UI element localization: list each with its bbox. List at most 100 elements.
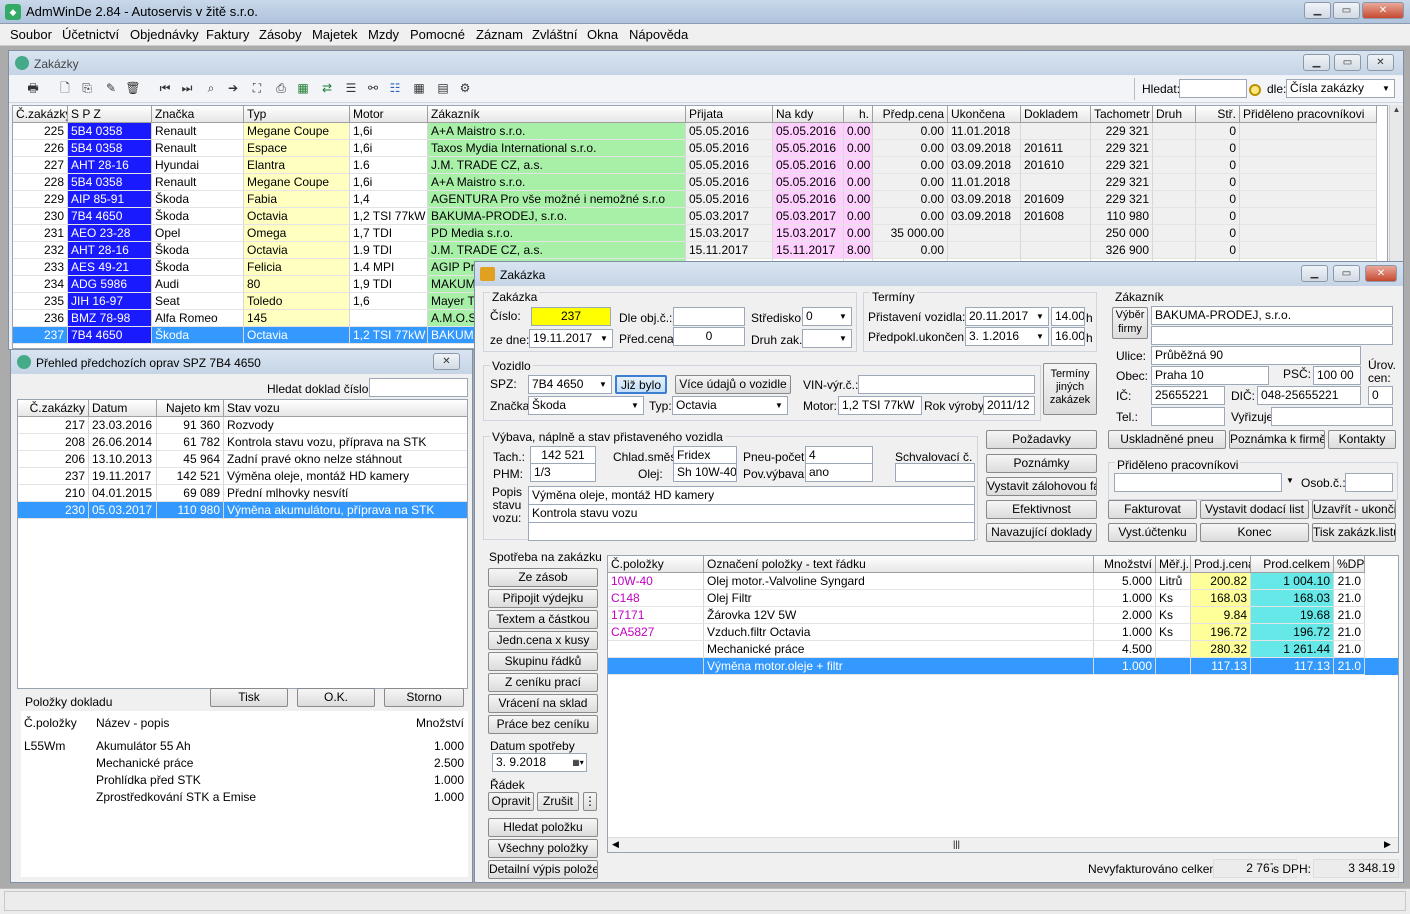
column-header[interactable]: Přijata	[686, 106, 773, 123]
column-header[interactable]: Motor	[350, 106, 428, 123]
column-header[interactable]: Zákazník	[428, 106, 686, 123]
predcena-field[interactable]: 0	[673, 327, 745, 346]
zakazky-maximize-button[interactable]: ▭	[1334, 54, 1361, 71]
storno-button[interactable]: Storno	[384, 688, 464, 707]
column-header[interactable]: Označení položky - text řádku	[704, 556, 1094, 573]
column-header[interactable]: Přiděleno pracovníkovi	[1240, 106, 1377, 123]
rok-field[interactable]: 2011/12	[983, 396, 1035, 415]
znacka-select[interactable]: Škoda ▼	[528, 396, 644, 415]
history-row[interactable]: 208 26.06.2014 61 782 Kontrola stavu vozu, …	[18, 434, 467, 451]
history-row[interactable]: 210 04.01.2015 69 089 Přední mlhovky nesvít…	[18, 485, 467, 502]
table-row[interactable]: 231 AEO 23-28 Opel Omega 1,7 TDI PD Media s.r…	[13, 225, 1387, 242]
history-row[interactable]: 237 19.11.2017 142 521 Výměna oleje, montáž…	[18, 468, 467, 485]
search-input[interactable]	[1179, 79, 1247, 98]
prehled-close-button[interactable]: ✕	[433, 353, 460, 370]
psc-field[interactable]: 100 00	[1313, 366, 1361, 385]
more-options-icon[interactable]: ⋮	[583, 792, 597, 811]
menu-item-mzdy[interactable]: Mzdy	[368, 28, 399, 42]
navazujici-button[interactable]: Navazující doklady	[986, 523, 1097, 542]
settings-icon[interactable]: ⚙	[455, 79, 475, 97]
column-header[interactable]: Najeto km	[157, 400, 224, 417]
scroll-thumb[interactable]: |||	[953, 839, 960, 849]
column-header[interactable]: Stř.	[1196, 106, 1240, 123]
pristaveni-field[interactable]: 20.11.2017 ▼	[965, 307, 1049, 326]
scroll-up-icon[interactable]: ▲	[1390, 105, 1403, 114]
column-header[interactable]: Dokladem	[1021, 106, 1091, 123]
column-header[interactable]: Prod.celkem	[1251, 556, 1334, 573]
zrusit-button[interactable]: Zrušit	[537, 792, 579, 811]
menu-item-zvlastni[interactable]: Zvláštní	[532, 28, 578, 42]
spz-field[interactable]: 7B4 4650 ▼	[528, 375, 612, 394]
column-header[interactable]: Č.zakázky	[18, 400, 89, 417]
app-close-button[interactable]: ✕	[1362, 2, 1404, 19]
vyst-uctenku-button[interactable]: Vyst.účtenku	[1108, 523, 1197, 542]
column-header[interactable]: %DPH	[1334, 556, 1365, 573]
scroll-left-icon[interactable]: ◀	[612, 839, 619, 850]
search-icon[interactable]	[1249, 84, 1261, 96]
column-header[interactable]: Datum	[89, 400, 157, 417]
binoculars-icon[interactable]: ⚯	[363, 79, 383, 97]
menu-item-soubor[interactable]: Soubor	[10, 28, 52, 42]
dne-field[interactable]: 19.11.2017 ▼	[529, 329, 613, 348]
column-header[interactable]: Typ	[244, 106, 350, 123]
column-header[interactable]: Měř.j.	[1156, 556, 1191, 573]
motor-field[interactable]: 1,2 TSI 77kW	[838, 396, 922, 415]
zalohovou-button[interactable]: Vystavit zálohovou fa	[986, 477, 1097, 496]
datum-spotreby-field[interactable]: 3. 9.2018 ▦▾	[492, 753, 587, 772]
predpokl-field[interactable]: 3. 1.2016 ▼	[965, 327, 1049, 346]
ic-field[interactable]: 25655221	[1151, 386, 1225, 405]
vyber-firmy-button[interactable]: Výběr firmy	[1112, 307, 1148, 339]
menu-item-objednavky[interactable]: Objednávky	[130, 28, 199, 42]
z-ceniku-praci-button[interactable]: Z ceníku prací	[488, 673, 598, 692]
column-header[interactable]: Množství	[1094, 556, 1156, 573]
column-header[interactable]: Druh	[1153, 106, 1196, 123]
item-row[interactable]: Mechanické práce 4.500 280.32 1 261.44 21.0	[608, 641, 1398, 658]
list-icon[interactable]: ☰	[341, 79, 361, 97]
ok-button[interactable]: O.K.	[297, 688, 375, 707]
select-icon[interactable]: ⛶	[247, 79, 267, 97]
kontakty-button[interactable]: Kontakty	[1328, 430, 1396, 449]
typ-select[interactable]: Octavia ▼	[672, 396, 788, 415]
zakazky-minimize-button[interactable]: ▁	[1303, 54, 1330, 71]
menu-item-faktury[interactable]: Faktury	[206, 28, 249, 42]
popis-field-1[interactable]: Výměna oleje, montáž HD kamery	[528, 486, 975, 505]
terminy-jinych-button[interactable]: Termíny jiných zakázek	[1043, 363, 1097, 415]
column-header[interactable]: Č.zakázky	[13, 106, 68, 123]
zakazka-maximize-button[interactable]: ▭	[1333, 265, 1360, 282]
history-row[interactable]: 206 13.10.2013 45 964 Zadní pravé okno nelz…	[18, 451, 467, 468]
menu-item-majetek[interactable]: Majetek	[312, 28, 358, 42]
efektivnost-button[interactable]: Efektivnost	[986, 500, 1097, 519]
item-row[interactable]: 17171 Žárovka 12V 5W 2.000 Ks 9.84 19.68 21.0	[608, 607, 1398, 624]
tisk-listu-button[interactable]: Tisk zakázk.listu	[1312, 523, 1396, 542]
zakazky-close-button[interactable]: ✕	[1367, 54, 1394, 71]
column-header[interactable]: Stav vozu	[224, 400, 467, 417]
skupinu-radku-button[interactable]: Skupinu řádků	[488, 652, 598, 671]
hledat-polozku-button[interactable]: Hledat položku	[488, 818, 598, 837]
copy-icon[interactable]: ⎘	[77, 79, 97, 97]
vice-udaju-button[interactable]: Více údajů o vozidle	[675, 375, 791, 394]
history-row[interactable]: 217 23.03.2016 91 360 Rozvody	[18, 417, 467, 434]
column-header[interactable]: Prod.j.cena	[1191, 556, 1251, 573]
table-row[interactable]: 228 5B4 0358 Renault Megane Coupe 1,6i A+A Ma…	[13, 174, 1387, 191]
stredisko-select[interactable]: 0 ▼	[802, 307, 852, 326]
column-header[interactable]: Ukončena	[948, 106, 1021, 123]
item-row[interactable]: C148 Olej Filtr 1.000 Ks 168.03 168.03 21.0	[608, 590, 1398, 607]
new-doc-icon[interactable]: 🗋	[55, 79, 75, 97]
fakturovat-button[interactable]: Fakturovat	[1108, 500, 1197, 519]
pripojit-vydejku-button[interactable]: Připojit výdejku	[488, 589, 598, 608]
column-header[interactable]: Předp.cena	[873, 106, 948, 123]
pozadavky-button[interactable]: Požadavky	[986, 430, 1097, 449]
column-header[interactable]: Č.položky	[608, 556, 704, 573]
table-row[interactable]: 226 5B4 0358 Renault Espace 1,6i Taxos Mydia …	[13, 140, 1387, 157]
items-hscrollbar[interactable]: ◀ ||| ▶	[608, 837, 1398, 852]
dic-field[interactable]: 048-25655221	[1257, 386, 1361, 405]
povvyb-field[interactable]: ano	[805, 463, 873, 482]
delete-icon[interactable]: 🗑	[123, 79, 143, 97]
uzavrit-button[interactable]: Uzavřít - ukončit	[1312, 500, 1396, 519]
tisk-button[interactable]: Tisk	[210, 688, 288, 707]
firma-field-2[interactable]	[1151, 326, 1393, 345]
detailni-vypis-button[interactable]: Detailní výpis položek	[488, 860, 598, 879]
konec-button[interactable]: Konec	[1200, 523, 1309, 542]
app-minimize-button[interactable]: ▁	[1304, 2, 1331, 19]
menu-item-ucetnictvi[interactable]: Účetnictví	[62, 28, 119, 42]
